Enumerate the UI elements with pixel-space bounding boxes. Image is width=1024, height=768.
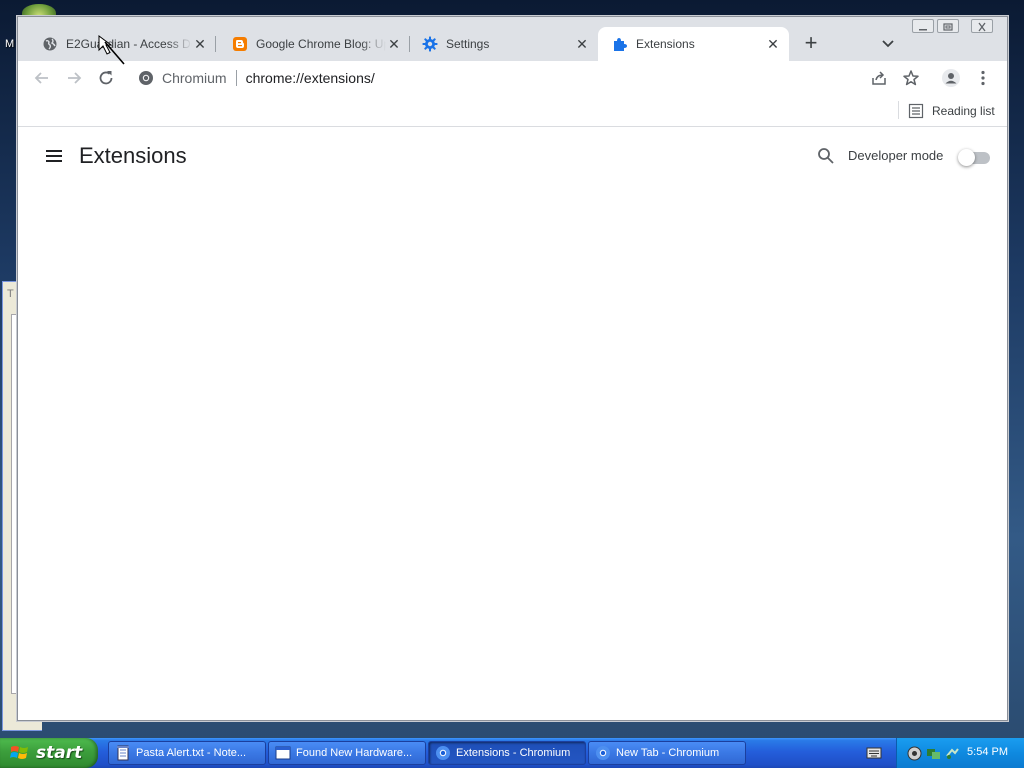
bookmarks-separator xyxy=(898,101,899,119)
extensions-page: Extensions Developer mode xyxy=(18,127,1007,720)
start-label: start xyxy=(36,743,83,763)
taskbar-button-notepad[interactable]: Pasta Alert.txt - Note... xyxy=(108,741,266,765)
mouse-cursor-icon xyxy=(98,35,125,65)
search-icon[interactable] xyxy=(816,146,836,166)
reload-icon[interactable] xyxy=(96,68,116,88)
forward-arrow-icon[interactable] xyxy=(64,68,84,88)
new-tab-button[interactable]: + xyxy=(798,31,824,57)
tab-extensions[interactable]: Extensions ✕ xyxy=(598,27,789,61)
restore-icon xyxy=(943,23,953,31)
gear-icon xyxy=(422,36,438,52)
taskbar-button-new-tab-chromium[interactable]: New Tab - Chromium xyxy=(588,741,746,765)
kebab-menu-icon[interactable] xyxy=(973,68,993,88)
share-icon[interactable] xyxy=(869,68,889,88)
toggle-knob xyxy=(958,149,975,166)
reading-list-icon xyxy=(908,103,924,119)
omnibox[interactable]: Chromium chrome://extensions/ xyxy=(130,65,890,91)
page-title: Extensions xyxy=(79,143,187,168)
close-icon xyxy=(978,22,986,32)
hamburger-menu-icon[interactable] xyxy=(44,146,64,166)
taskbar-button-extensions-chromium[interactable]: Extensions - Chromium xyxy=(428,741,586,765)
close-icon[interactable]: ✕ xyxy=(765,36,781,52)
chromium-icon xyxy=(596,746,610,760)
blogger-icon xyxy=(233,37,247,51)
tab-title: Settings xyxy=(446,37,490,51)
puzzle-icon xyxy=(614,38,627,51)
taskbar-button-label: Extensions - Chromium xyxy=(456,747,571,759)
desktop-icon-label: M xyxy=(5,38,15,50)
taskbar-button-label: New Tab - Chromium xyxy=(616,747,720,759)
back-arrow-icon[interactable] xyxy=(32,68,52,88)
close-icon[interactable]: ✕ xyxy=(386,36,402,52)
taskbar-clock[interactable]: 5:54 PM xyxy=(967,746,1008,758)
keyboard-icon[interactable] xyxy=(866,746,882,760)
minimize-icon xyxy=(919,29,927,31)
chromium-icon[interactable] xyxy=(138,70,154,86)
developer-mode-label: Developer mode xyxy=(848,148,944,163)
tab-title: Extensions xyxy=(636,37,695,51)
tab-settings[interactable]: Settings ✕ xyxy=(408,27,598,61)
omnibox-url[interactable]: chrome://extensions/ xyxy=(246,70,375,86)
chevron-down-icon[interactable] xyxy=(878,33,898,53)
start-button[interactable]: start xyxy=(0,738,98,768)
network-icon[interactable] xyxy=(926,746,941,761)
taskbar-button-label: Pasta Alert.txt - Note... xyxy=(136,747,247,759)
chromium-icon xyxy=(436,746,450,760)
taskbar-button-label: Found New Hardware... xyxy=(296,747,413,759)
reading-list-button[interactable]: Reading list xyxy=(908,101,995,121)
omnibox-divider xyxy=(235,70,237,86)
profile-avatar-icon[interactable] xyxy=(941,68,961,88)
omnibox-origin: Chromium xyxy=(162,70,227,86)
toolbar: Chromium chrome://extensions/ xyxy=(18,61,1007,95)
developer-mode-toggle[interactable] xyxy=(958,149,990,166)
globe-icon xyxy=(43,37,57,51)
close-icon[interactable]: ✕ xyxy=(192,36,208,52)
tab-title: E2Guardian - Access Denied xyxy=(66,37,192,51)
safely-remove-hardware-icon[interactable] xyxy=(945,746,960,761)
tab-strip: E2Guardian - Access Denied ✕ Google Chro… xyxy=(18,17,1007,61)
speaker-icon[interactable] xyxy=(907,746,922,761)
reading-list-label: Reading list xyxy=(932,104,995,118)
windows-logo-icon xyxy=(10,746,28,759)
browser-window: E2Guardian - Access Denied ✕ Google Chro… xyxy=(17,16,1008,721)
minimize-button[interactable] xyxy=(912,19,934,33)
window-icon xyxy=(275,746,291,760)
tab-title: Google Chrome Blog: Updates xyxy=(256,37,386,51)
restore-button[interactable] xyxy=(937,19,959,33)
taskbar: start Pasta Alert.txt - Note... Found Ne… xyxy=(0,738,1024,768)
star-icon[interactable] xyxy=(901,68,921,88)
background-window-title: T xyxy=(7,288,14,300)
close-icon[interactable]: ✕ xyxy=(574,36,590,52)
window-close-button[interactable] xyxy=(971,19,993,33)
extensions-header: Extensions Developer mode xyxy=(18,127,1007,185)
system-tray: 5:54 PM xyxy=(896,738,1024,768)
taskbar-button-found-new-hardware[interactable]: Found New Hardware... xyxy=(268,741,426,765)
notepad-icon xyxy=(117,745,129,761)
bookmarks-bar: Reading list xyxy=(18,95,1007,127)
tab-chrome-blog[interactable]: Google Chrome Blog: Updates ✕ xyxy=(218,27,410,61)
